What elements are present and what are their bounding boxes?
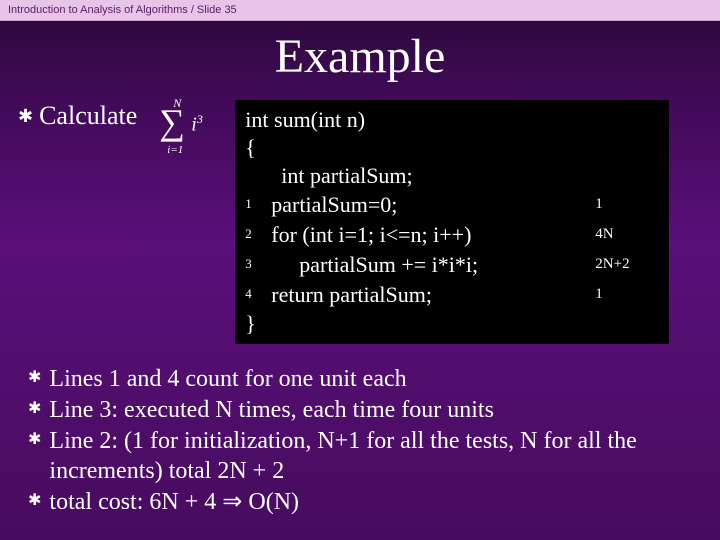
bullet-list: ✱Lines 1 and 4 count for one unit each✱L… — [0, 344, 720, 517]
code-line: 4return partialSum;1 — [245, 280, 655, 310]
star-icon: ✱ — [18, 100, 33, 132]
code-block: int sum(int n) { int partialSum; 1partia… — [235, 100, 669, 344]
first-row: ✱ Calculate N ∑ i=1 i3 int sum(int n) { … — [0, 100, 720, 344]
code-statement: partialSum += i*i*i; — [271, 250, 595, 280]
cost-annotation: 4N — [595, 220, 655, 243]
slide-title: Example — [0, 29, 720, 84]
bullet-item: ✱ Line 3: executed N times, each time fou… — [28, 395, 692, 425]
cost-annotation: 1 — [595, 190, 655, 213]
star-icon: ✱ — [28, 364, 41, 394]
code-signature: int sum(int n) — [245, 106, 655, 134]
bullet-text: Line 2: (1 for initialization, N+1 for a… — [49, 426, 692, 486]
bullet-text: Line 3: executed N times, each time four… — [49, 395, 494, 425]
code-statement: for (int i=1; i<=n; i++) — [271, 220, 595, 250]
star-icon: ✱ — [28, 426, 41, 486]
slide: Introduction to Analysis of Algorithms /… — [0, 0, 720, 540]
cost-annotation: 1 — [595, 280, 655, 303]
code-line: 1partialSum=0;1 — [245, 190, 655, 220]
code-line: 2for (int i=1; i<=n; i++)4N — [245, 220, 655, 250]
code-statement: partialSum=0; — [271, 190, 595, 220]
code-statement: return partialSum; — [271, 280, 595, 310]
code-declaration: int partialSum; — [245, 162, 655, 190]
slide-header: Introduction to Analysis of Algorithms /… — [0, 0, 720, 21]
sigma-term: i3 — [191, 112, 203, 137]
code-line: 3partialSum += i*i*i;2N+2 — [245, 250, 655, 280]
bullet-text: Lines 1 and 4 count for one unit each — [49, 364, 406, 394]
summation-expression: N ∑ i=1 i3 — [151, 98, 211, 156]
bullet-text: total cost: 6N + 4 ⇒ O(N) — [49, 487, 299, 517]
code-open-brace: { — [245, 134, 655, 162]
code-close-brace: } — [245, 310, 655, 338]
cost-annotation: 2N+2 — [595, 250, 655, 273]
sigma-lower-bound: i=1 — [167, 144, 183, 156]
bullet-item: ✱ total cost: 6N + 4 ⇒ O(N) — [28, 487, 692, 517]
sigma-symbol-icon: ∑ — [159, 104, 185, 140]
star-icon: ✱ — [28, 395, 41, 425]
calculate-label: Calculate — [39, 100, 137, 132]
line-number: 2 — [245, 220, 271, 242]
bullet-item: ✱Line 2: (1 for initialization, N+1 for … — [28, 426, 692, 486]
line-number: 1 — [245, 190, 271, 212]
star-icon: ✱ — [28, 487, 41, 517]
line-number: 3 — [245, 250, 271, 272]
line-number: 4 — [245, 280, 271, 302]
bullet-item: ✱ Lines 1 and 4 count for one unit each — [28, 364, 692, 394]
